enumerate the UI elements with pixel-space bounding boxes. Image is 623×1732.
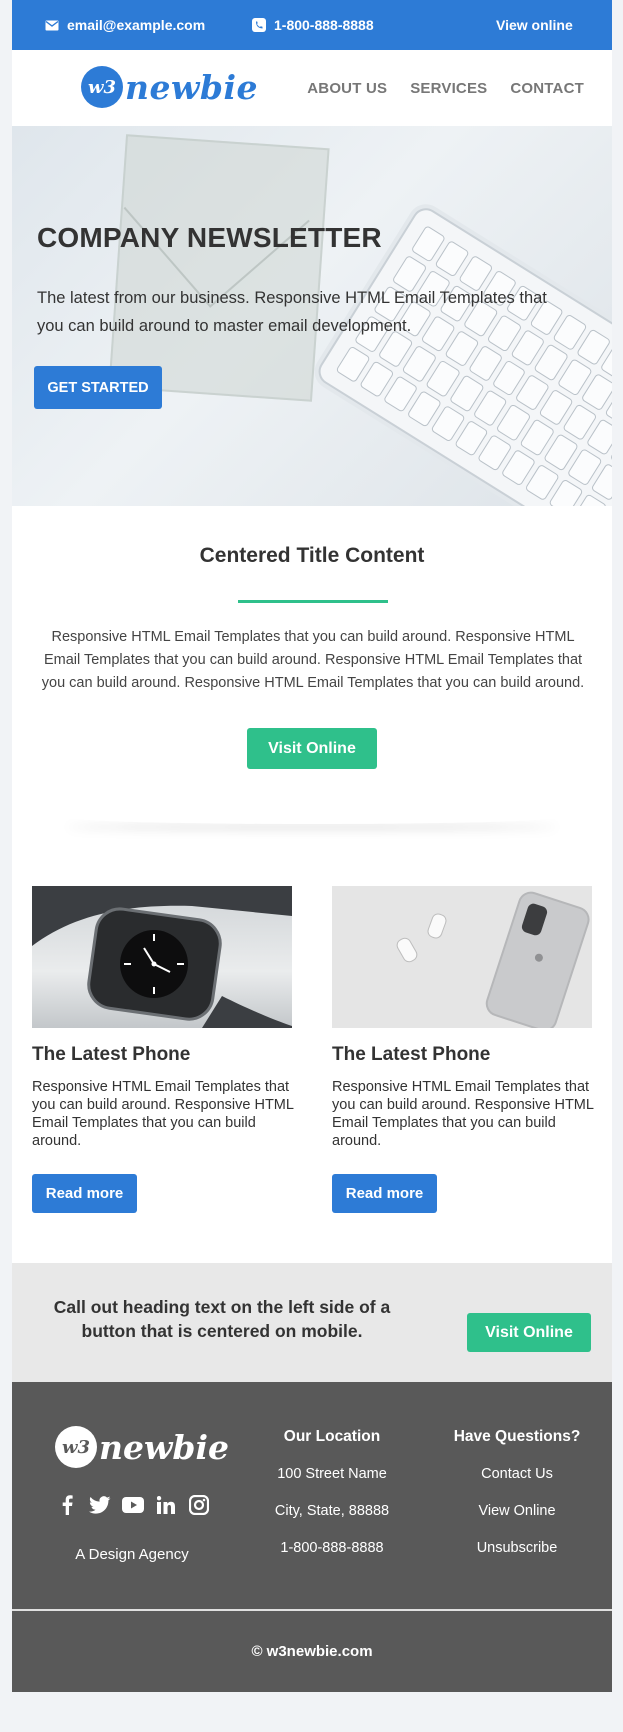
footer-location-column: Our Location 100 Street Name City, State… — [242, 1428, 422, 1576]
topbar-phone-link[interactable]: 1-800-888-8888 — [252, 0, 374, 50]
logo-mark: w3 — [81, 66, 123, 108]
youtube-icon[interactable] — [122, 1494, 144, 1516]
read-more-button[interactable]: Read more — [32, 1174, 137, 1213]
location-city: City, State, 88888 — [274, 1503, 390, 1519]
linkedin-icon[interactable] — [155, 1494, 177, 1516]
product-card: The Latest Phone Responsive HTML Email T… — [332, 886, 593, 1213]
callout-heading: Call out heading text on the left side o… — [53, 1297, 391, 1341]
main-menu: ABOUT US SERVICES CONTACT — [307, 50, 584, 126]
phone-icon — [252, 18, 266, 32]
centered-text: Responsive HTML Email Templates that you… — [41, 629, 585, 691]
topbar-phone-text: 1-800-888-8888 — [274, 17, 374, 33]
callout-section: Call out heading text on the left side o… — [12, 1263, 612, 1382]
title-divider — [238, 600, 388, 603]
callout-visit-online-button[interactable]: Visit Online — [467, 1313, 591, 1352]
phone-earbuds-image[interactable] — [332, 886, 592, 1028]
smartwatch-image[interactable] — [32, 886, 292, 1028]
location-heading: Our Location — [283, 1428, 381, 1445]
card-text: Responsive HTML Email Templates that you… — [332, 1079, 594, 1149]
centered-title: Centered Title Content — [199, 544, 425, 567]
location-street: 100 Street Name — [277, 1466, 387, 1482]
nav-contact[interactable]: CONTACT — [510, 80, 584, 97]
copyright-text[interactable]: © w3newbie.com — [251, 1643, 372, 1660]
email-newsletter: email@example.com 1-800-888-8888 View on… — [12, 0, 612, 1692]
get-started-button[interactable]: GET STARTED — [34, 366, 162, 409]
card-text: Responsive HTML Email Templates that you… — [32, 1079, 294, 1149]
location-phone[interactable]: 1-800-888-8888 — [242, 1539, 422, 1576]
topbar-email-link[interactable]: email@example.com — [45, 0, 205, 50]
brand-logo[interactable]: w3 newbie — [81, 63, 258, 111]
questions-heading: Have Questions? — [453, 1428, 581, 1445]
agency-tagline: A Design Agency — [75, 1546, 189, 1563]
top-bar: email@example.com 1-800-888-8888 View on… — [12, 0, 612, 50]
footer-questions-column: Have Questions? Contact Us View Online U… — [432, 1428, 602, 1576]
envelope-icon — [45, 20, 59, 31]
instagram-icon[interactable] — [188, 1494, 210, 1516]
hero-banner: COMPANY NEWSLETTER The latest from our b… — [12, 126, 612, 506]
topbar-email-text: email@example.com — [67, 17, 206, 33]
topbar-view-online-link[interactable]: View online — [496, 0, 573, 50]
footer-logo[interactable]: w3 newbie — [55, 1426, 229, 1468]
view-online-link[interactable]: View Online — [432, 1502, 602, 1539]
hero-title: COMPANY NEWSLETTER — [37, 222, 382, 253]
footer: w3 newbie A Design Agency Our Location 1… — [12, 1382, 612, 1609]
read-more-button[interactable]: Read more — [332, 1174, 437, 1213]
logo-word: newbie — [125, 67, 259, 107]
unsubscribe-link[interactable]: Unsubscribe — [432, 1539, 602, 1576]
footer-logo-word: newbie — [99, 1427, 230, 1467]
section-shadow-divider — [62, 810, 562, 824]
contact-us-link[interactable]: Contact Us — [432, 1465, 602, 1502]
card-title: The Latest Phone — [32, 1044, 191, 1065]
header-nav: w3 newbie ABOUT US SERVICES CONTACT — [12, 50, 612, 126]
nav-services[interactable]: SERVICES — [410, 80, 487, 97]
visit-online-button[interactable]: Visit Online — [247, 728, 377, 769]
social-links — [56, 1494, 210, 1516]
card-title: The Latest Phone — [332, 1044, 491, 1065]
copyright-bar: © w3newbie.com — [12, 1611, 612, 1692]
twitter-icon[interactable] — [89, 1494, 111, 1516]
envelope-graphic — [108, 134, 330, 402]
product-card: The Latest Phone Responsive HTML Email T… — [32, 886, 293, 1213]
footer-logo-mark: w3 — [55, 1426, 97, 1468]
facebook-icon[interactable] — [56, 1494, 78, 1516]
hero-text: The latest from our business. Responsive… — [37, 289, 547, 335]
nav-about-us[interactable]: ABOUT US — [307, 80, 387, 97]
